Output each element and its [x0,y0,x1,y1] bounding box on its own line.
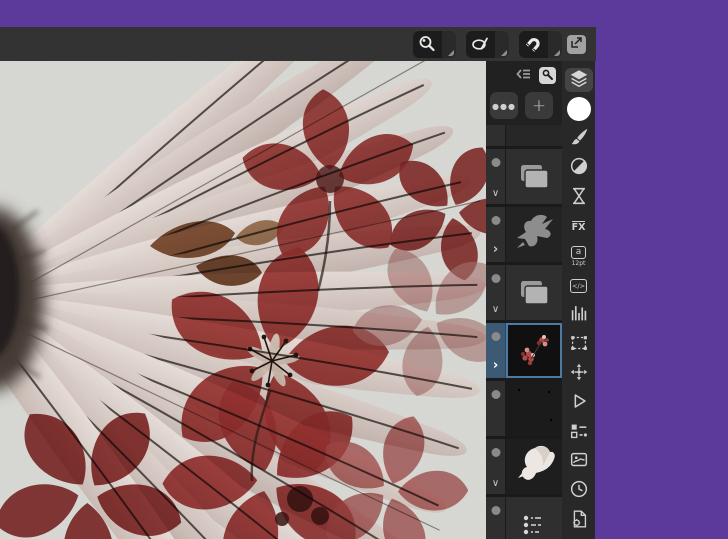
layer-row-gutter [486,125,506,146]
layers-panel-actions: ●●● + [486,85,562,119]
assistant-tool-button[interactable] [466,30,509,58]
layer-state-dot[interactable] [491,332,500,341]
layer-row-gutter: ∨ [486,149,506,204]
tab-effects[interactable]: FX [565,215,593,239]
top-toolbar [0,27,596,61]
layer-thumbnail [506,381,562,436]
tab-metadata[interactable] [565,509,593,533]
layer-row-selected[interactable]: › [486,323,562,378]
layers-panel: ●●● + ∨ › ∨ › ∨ [486,61,562,539]
layer-row-image[interactable]: ∨ [486,439,562,494]
tab-macro[interactable] [565,391,593,415]
layer-state-dot[interactable] [491,274,500,283]
brush-icon [568,126,590,152]
transform-handles-icon [568,332,590,358]
document-arrow-icon [569,35,584,54]
tab-channels[interactable] [565,421,593,445]
adjustment-sliders-icon [506,497,562,539]
toolbar-tool-group [413,30,562,58]
magnifier-icon [413,33,440,55]
separated-mode-button[interactable] [567,35,586,54]
dropdown-corner-icon [554,49,560,56]
layer-thumbnail [506,125,562,146]
collapse-panel-icon[interactable] [515,66,532,85]
hourglass-icon [568,185,590,211]
white-dove-icon [510,442,558,492]
layer-row-gutter: › [486,207,506,262]
white-circle-swatch [566,97,591,122]
magnet-icon [519,33,546,55]
search-layers-button[interactable] [539,66,556,85]
layer-row-gutter [486,381,506,436]
histogram-bars-icon [568,302,590,328]
layer-row-gutter: › [486,323,506,378]
hawk-silhouette-icon [511,212,557,258]
chevron-right-icon[interactable]: › [493,359,498,372]
layer-thumbnail [506,323,562,378]
image-photo-icon [568,449,590,475]
tab-colour[interactable] [565,97,593,122]
layer-state-dot[interactable] [491,506,500,515]
add-layer-button[interactable]: + [525,92,553,119]
layers-panel-header [486,61,562,85]
tab-adjustment[interactable] [565,156,593,180]
layer-list: ∨ › ∨ › ∨ [486,125,562,539]
layer-thumbnail [506,207,562,262]
layer-row-group[interactable]: ∨ [486,265,562,320]
tab-history[interactable] [565,479,593,503]
chevron-right-icon[interactable]: › [493,243,498,256]
dropdown-corner-icon [501,49,507,56]
tab-character[interactable]: a 12pt [565,244,593,268]
play-triangle-icon [568,390,590,416]
channels-list-icon [568,420,590,446]
code-brackets-icon: </> [570,278,587,293]
layer-row-gutter [486,497,506,539]
gear-document-icon [568,508,590,534]
layer-row-gutter: ∨ [486,439,506,494]
layer-state-dot[interactable] [491,448,500,457]
chevron-down-icon[interactable]: ∨ [492,305,499,315]
tab-transform[interactable] [565,333,593,357]
red-flower-sprigs-icon [511,326,557,376]
snapping-tool-button[interactable] [519,30,562,58]
dark-image-icon [511,384,557,434]
chevron-down-icon[interactable]: ∨ [492,479,499,489]
layer-row-adjustment[interactable] [486,497,562,539]
layer-options-button[interactable]: ●●● [490,92,518,119]
tab-histogram[interactable] [565,303,593,327]
tab-brushes[interactable] [565,127,593,151]
clock-icon [568,478,590,504]
tab-layers[interactable] [564,67,593,93]
font-size-label: 12pt [571,259,586,267]
layer-row-partial[interactable] [486,125,562,146]
chevron-down-icon[interactable]: ∨ [492,189,499,199]
tab-fields[interactable]: </> [565,274,593,298]
layer-row-image[interactable] [486,381,562,436]
tab-navigator[interactable] [565,362,593,386]
fx-text-icon: FX [571,220,586,233]
dropdown-corner-icon [448,49,454,56]
search-pen-icon [541,66,554,85]
boxed-letter-icon: a [571,245,586,259]
folder-icon [506,149,562,204]
layers-stack-icon [568,67,590,93]
tab-batch[interactable] [565,450,593,474]
tab-stock[interactable] [565,186,593,210]
studio-tab-strip: FX a 12pt </> [562,61,595,539]
layer-state-dot[interactable] [491,158,500,167]
layer-row-group[interactable]: ∨ [486,149,562,204]
layer-state-dot[interactable] [491,216,500,225]
layer-row-gutter: ∨ [486,265,506,320]
half-circle-icon [568,155,590,181]
lasso-pen-icon [466,33,493,55]
layer-state-dot[interactable] [491,390,500,399]
layer-row-image[interactable]: › [486,207,562,262]
layer-thumbnail [506,439,562,494]
zoom-tool-button[interactable] [413,30,456,58]
folder-icon [506,265,562,320]
move-arrows-icon [568,361,590,387]
document-canvas[interactable] [0,61,486,539]
